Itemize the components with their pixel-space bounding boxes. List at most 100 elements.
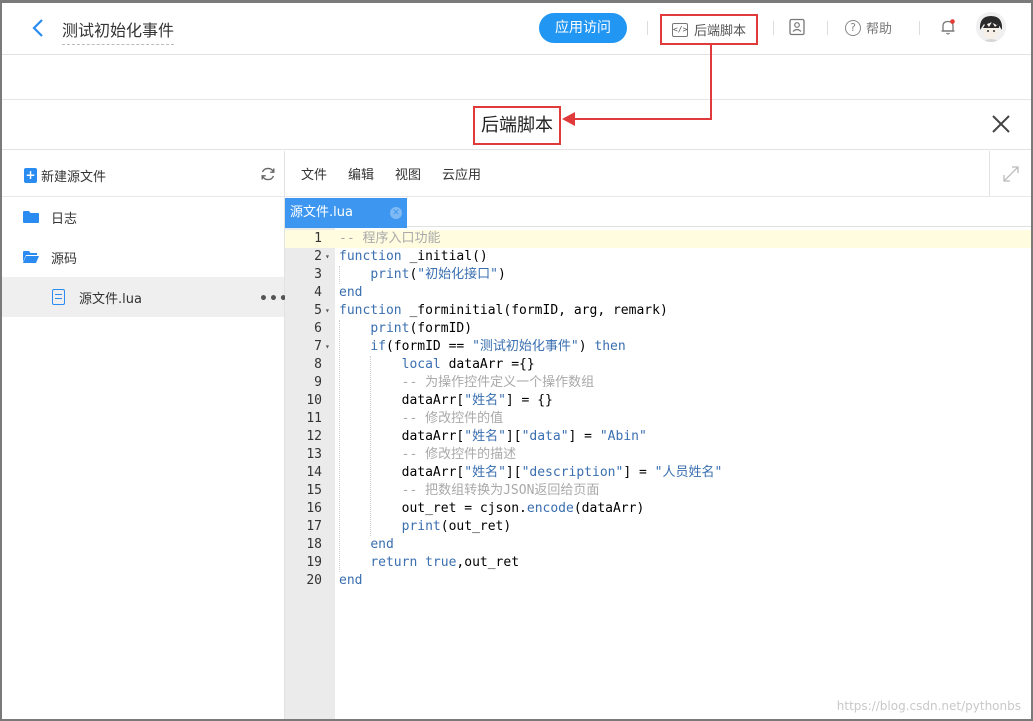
code-line[interactable]: 7 ▾ if(formID == "测试初始化事件") then	[285, 338, 1031, 356]
code-line[interactable]: 12 dataArr["姓名"]["data"] = "Abin"	[285, 428, 1031, 446]
line-number: 9	[314, 375, 322, 390]
code-text: return true,out_ret	[370, 555, 520, 570]
code-line[interactable]: 8 local dataArr ={}	[285, 356, 1031, 374]
code-text: dataArr["姓名"]["description"] = "人员姓名"	[401, 465, 723, 480]
close-icon[interactable]	[990, 113, 1012, 135]
folder-icon	[23, 211, 39, 223]
bell-icon[interactable]	[939, 18, 957, 36]
line-number: 20	[306, 573, 322, 588]
code-text: local dataArr ={}	[401, 357, 535, 372]
code-text: function _forminitial(formID, arg, remar…	[339, 303, 668, 318]
line-number: 10	[306, 393, 322, 408]
code-text: function _initial()	[339, 249, 488, 264]
menu-edit[interactable]: 编辑	[348, 164, 374, 183]
tree-item-source[interactable]: 源码	[2, 237, 284, 277]
help-button[interactable]: ? 帮助	[845, 18, 892, 37]
new-source-file-button[interactable]: + 新建源文件	[24, 166, 106, 185]
app-visit-button[interactable]: 应用访问	[539, 13, 627, 43]
code-line[interactable]: 9 -- 为操作控件定义一个操作数组	[285, 374, 1031, 392]
code-line[interactable]: 2 ▾ function _initial()	[285, 248, 1031, 266]
line-number: 4	[314, 285, 322, 300]
fold-toggle-icon[interactable]: ▾	[325, 248, 330, 266]
divider	[647, 21, 648, 35]
tree-item-label: 源码	[51, 251, 78, 267]
sub-header	[2, 56, 1031, 100]
code-text: -- 把数组转换为JSON返回给页面	[339, 483, 600, 498]
question-icon: ?	[845, 19, 861, 36]
fullscreen-button[interactable]	[989, 151, 1031, 197]
code-line[interactable]: 16 out_ret = cjson.encode(dataArr)	[285, 500, 1031, 518]
line-number: 11	[306, 411, 322, 426]
annotation-line	[574, 118, 712, 120]
top-bar: 测试初始化事件 应用访问 </> 后端脚本 ? 帮助	[2, 3, 1031, 55]
code-text: end	[339, 573, 363, 588]
file-sidebar: + 新建源文件 日志 源码 源文件.lua •••	[2, 151, 288, 719]
code-line[interactable]: 6 print(formID)	[285, 320, 1031, 338]
indent-guide	[339, 266, 340, 284]
avatar-image	[976, 12, 1006, 42]
tab-source-file[interactable]: 源文件.lua ✕	[285, 198, 407, 228]
code-text: -- 为操作控件定义一个操作数组	[339, 375, 595, 390]
back-arrow-icon[interactable]	[30, 18, 48, 38]
menu-file[interactable]: 文件	[301, 164, 327, 183]
code-line[interactable]: 1 -- 程序入口功能	[285, 230, 1031, 248]
code-line[interactable]: 4 end	[285, 284, 1031, 302]
code-editor: 文件 编辑 视图 云应用 源文件.lua ✕ 1 -- 程序入口功能 2 ▾ funct…	[285, 151, 1031, 719]
code-line[interactable]: 11 -- 修改控件的值	[285, 410, 1031, 428]
code-line[interactable]: 13 -- 修改控件的描述	[285, 446, 1031, 464]
line-number: 6	[314, 321, 322, 336]
menu-cloud-app[interactable]: 云应用	[442, 164, 481, 183]
code-line[interactable]: 5 ▾ function _forminitial(formID, arg, rem…	[285, 302, 1031, 320]
editor-tab-strip: 源文件.lua ✕	[285, 197, 1031, 228]
refresh-icon[interactable]	[259, 165, 277, 183]
code-text: print(out_ret)	[401, 519, 512, 534]
expand-icon	[1003, 166, 1019, 182]
line-number: 7	[314, 339, 322, 354]
folder-open-icon	[23, 251, 39, 263]
annotation-arrow-icon	[562, 112, 575, 126]
avatar[interactable]	[976, 12, 1006, 42]
document-icon	[52, 289, 65, 305]
code-line[interactable]: 19 return true,out_ret	[285, 554, 1031, 572]
line-number: 1	[314, 231, 322, 246]
new-source-file-label: 新建源文件	[41, 170, 107, 185]
line-number: 2	[314, 249, 322, 264]
code-area[interactable]: 1 -- 程序入口功能 2 ▾ function _initial() 3 print("…	[285, 228, 1031, 719]
code-line[interactable]: 15 -- 把数组转换为JSON返回给页面	[285, 482, 1031, 500]
tree-item-logs[interactable]: 日志	[2, 197, 284, 237]
divider	[827, 21, 828, 35]
code-text: print("初始化接口")	[370, 267, 506, 282]
backend-script-label: 后端脚本	[693, 24, 746, 39]
code-text: -- 修改控件的描述	[339, 447, 517, 462]
tab-close-icon[interactable]: ✕	[390, 207, 402, 219]
tab-label: 源文件.lua	[290, 205, 353, 220]
line-number: 17	[306, 519, 322, 534]
code-text: -- 程序入口功能	[339, 231, 441, 246]
fold-toggle-icon[interactable]: ▾	[325, 338, 330, 356]
code-line[interactable]: 10 dataArr["姓名"] = {}	[285, 392, 1031, 410]
contact-card-icon[interactable]	[788, 18, 806, 36]
code-text: print(formID)	[370, 321, 473, 336]
backend-script-button[interactable]: </> 后端脚本	[660, 14, 758, 45]
tree-item-source-file[interactable]: 源文件.lua •••	[2, 277, 288, 317]
code-text: if(formID == "测试初始化事件") then	[370, 339, 626, 354]
new-file-icon: +	[24, 168, 37, 183]
page-title[interactable]: 测试初始化事件	[62, 17, 175, 45]
code-text: end	[370, 537, 394, 552]
menu-view[interactable]: 视图	[395, 164, 421, 183]
code-line[interactable]: 20 end	[285, 572, 1031, 590]
watermark: https://blog.csdn.net/pythonbs	[836, 699, 1021, 713]
code-line[interactable]: 18 end	[285, 536, 1031, 554]
tree-item-label: 日志	[51, 211, 78, 227]
code-text: out_ret = cjson.encode(dataArr)	[401, 501, 645, 516]
fold-toggle-icon[interactable]: ▾	[325, 302, 330, 320]
code-line[interactable]: 3 print("初始化接口")	[285, 266, 1031, 284]
code-line[interactable]: 17 print(out_ret)	[285, 518, 1031, 536]
tree-item-label: 源文件.lua	[79, 291, 142, 307]
editor-menubar: 文件 编辑 视图 云应用	[285, 151, 1031, 197]
sidebar-toolbar: + 新建源文件	[2, 151, 284, 197]
code-line[interactable]: 14 dataArr["姓名"]["description"] = "人员姓名"	[285, 464, 1031, 482]
line-number: 3	[314, 267, 322, 282]
line-number: 13	[306, 447, 322, 462]
code-text: -- 修改控件的值	[339, 411, 504, 426]
